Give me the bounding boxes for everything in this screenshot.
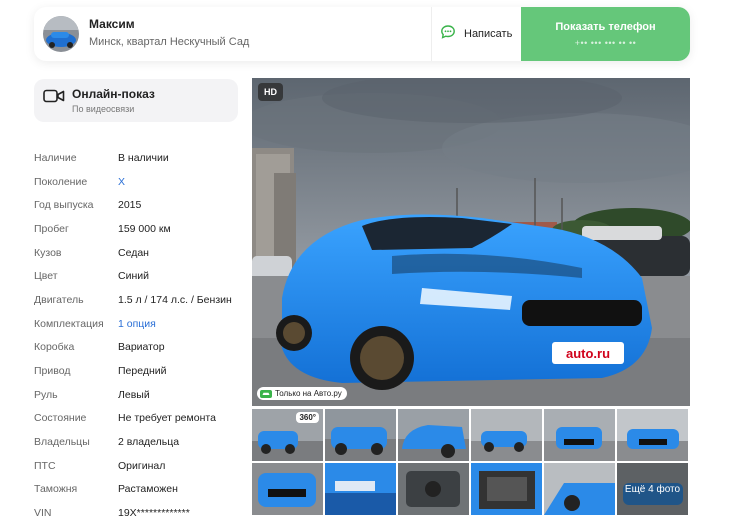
exclusive-badge-label: Только на Авто.ру xyxy=(275,389,342,398)
spec-key: Год выпуска xyxy=(34,199,94,212)
spec-row-year: Год выпуска 2015 xyxy=(34,193,244,217)
seller-bar: Максим Минск, квартал Нескучный Сад Напи… xyxy=(34,7,690,61)
spec-key: Привод xyxy=(34,365,71,378)
show-phone-button[interactable]: Показать телефон +•• ••• ••• •• •• xyxy=(521,7,690,61)
spec-row-pts: ПТС Оригинал xyxy=(34,454,244,478)
thumbnail-photo[interactable] xyxy=(544,463,615,515)
spec-row-availability: Наличие В наличии xyxy=(34,146,244,170)
spec-key: ПТС xyxy=(34,459,56,472)
online-show-card[interactable]: Онлайн-показ По видеосвязи xyxy=(34,79,238,122)
spec-value: 19X************* xyxy=(118,507,190,520)
car-photo-image: auto.ru xyxy=(252,78,690,406)
thumbnail-photo[interactable] xyxy=(325,463,396,515)
spec-row-drive: Привод Передний xyxy=(34,359,244,383)
spec-value: 159 000 км xyxy=(118,222,171,235)
spec-key: Кузов xyxy=(34,246,62,259)
hd-badge: HD xyxy=(258,83,283,101)
video-camera-icon xyxy=(43,88,65,109)
thumbnail-photo[interactable] xyxy=(325,409,396,461)
thumbnail-photo[interactable] xyxy=(471,409,542,461)
spec-key: Состояние xyxy=(34,412,87,425)
spec-key: Цвет xyxy=(34,270,58,283)
spec-key: Поколение xyxy=(34,175,88,188)
spec-value: Седан xyxy=(118,246,149,259)
seller-avatar[interactable] xyxy=(43,16,79,52)
specs-list: Наличие В наличии Поколение X Год выпуска 2… xyxy=(34,146,244,525)
spec-value: Передний xyxy=(118,365,167,378)
online-show-subtitle: По видеосвязи xyxy=(72,104,135,114)
thumbnail-grid: 360° Ещё 4 фото xyxy=(252,409,690,517)
spec-key: Владельцы xyxy=(34,436,90,449)
thumbnail-more[interactable]: Ещё 4 фото xyxy=(617,463,688,515)
spec-value: 2 владельца xyxy=(118,436,180,449)
spec-row-engine: Двигатель 1.5 л / 174 л.с. / Бензин xyxy=(34,288,244,312)
spec-key: VIN xyxy=(34,507,52,520)
thumbnail-photo[interactable] xyxy=(617,409,688,461)
main-photo[interactable]: auto.ru HD Только на Авто.ру xyxy=(252,78,690,406)
spec-row-body: Кузов Седан xyxy=(34,241,244,265)
generation-link[interactable]: X xyxy=(118,176,125,188)
spec-row-generation: Поколение X xyxy=(34,170,244,194)
seller-name[interactable]: Максим xyxy=(89,17,135,31)
spec-row-color: Цвет Синий xyxy=(34,264,244,288)
online-show-title: Онлайн-показ xyxy=(72,87,155,101)
spec-row-trim: Комплектация 1 опция xyxy=(34,312,244,336)
spec-value: Оригинал xyxy=(118,459,166,472)
license-plate-text: auto.ru xyxy=(566,346,610,361)
badge-360: 360° xyxy=(296,412,319,423)
spec-key: Двигатель xyxy=(34,293,84,306)
thumbnail-photo[interactable] xyxy=(544,409,615,461)
spec-row-condition: Состояние Не требует ремонта xyxy=(34,407,244,431)
write-message-button[interactable]: Написать xyxy=(431,7,521,61)
spec-value: 1.5 л / 174 л.с. / Бензин xyxy=(118,293,232,306)
seller-location: Минск, квартал Нескучный Сад xyxy=(89,36,250,48)
chat-icon xyxy=(440,24,456,45)
spec-key: Руль xyxy=(34,388,58,401)
thumbnail-photo[interactable] xyxy=(398,409,469,461)
show-phone-label: Показать телефон xyxy=(555,20,656,33)
trim-options-link[interactable]: 1 опция xyxy=(118,318,156,330)
spec-value: Не требует ремонта xyxy=(118,412,216,425)
spec-value: 2015 xyxy=(118,199,142,212)
spec-value: Вариатор xyxy=(118,341,165,354)
thumbnail-photo[interactable] xyxy=(398,463,469,515)
thumbnail-360[interactable]: 360° xyxy=(252,409,323,461)
spec-key: Комплектация xyxy=(34,317,104,330)
spec-row-steering: Руль Левый xyxy=(34,383,244,407)
write-message-label: Написать xyxy=(464,28,513,40)
spec-value: Растаможен xyxy=(118,483,178,496)
spec-row-mileage: Пробег 159 000 км xyxy=(34,217,244,241)
thumbnail-photo[interactable] xyxy=(252,463,323,515)
spec-key: Таможня xyxy=(34,483,78,496)
spec-row-gearbox: Коробка Вариатор xyxy=(34,336,244,360)
spec-row-vin: VIN 19X************* xyxy=(34,501,244,525)
spec-value: Синий xyxy=(118,270,149,283)
masked-phone-number: +•• ••• ••• •• •• xyxy=(574,37,637,48)
car-icon xyxy=(260,389,272,398)
spec-key: Наличие xyxy=(34,151,77,164)
more-photos-overlay: Ещё 4 фото xyxy=(617,463,688,515)
spec-key: Коробка xyxy=(34,341,75,354)
exclusive-badge: Только на Авто.ру xyxy=(257,387,347,400)
spec-key: Пробег xyxy=(34,222,69,235)
more-photos-label: Ещё 4 фото xyxy=(624,483,681,495)
thumbnail-photo[interactable] xyxy=(471,463,542,515)
spec-row-owners: Владельцы 2 владельца xyxy=(34,430,244,454)
spec-value: Левый xyxy=(118,388,150,401)
spec-value: В наличии xyxy=(118,151,169,164)
spec-row-customs: Таможня Растаможен xyxy=(34,478,244,502)
